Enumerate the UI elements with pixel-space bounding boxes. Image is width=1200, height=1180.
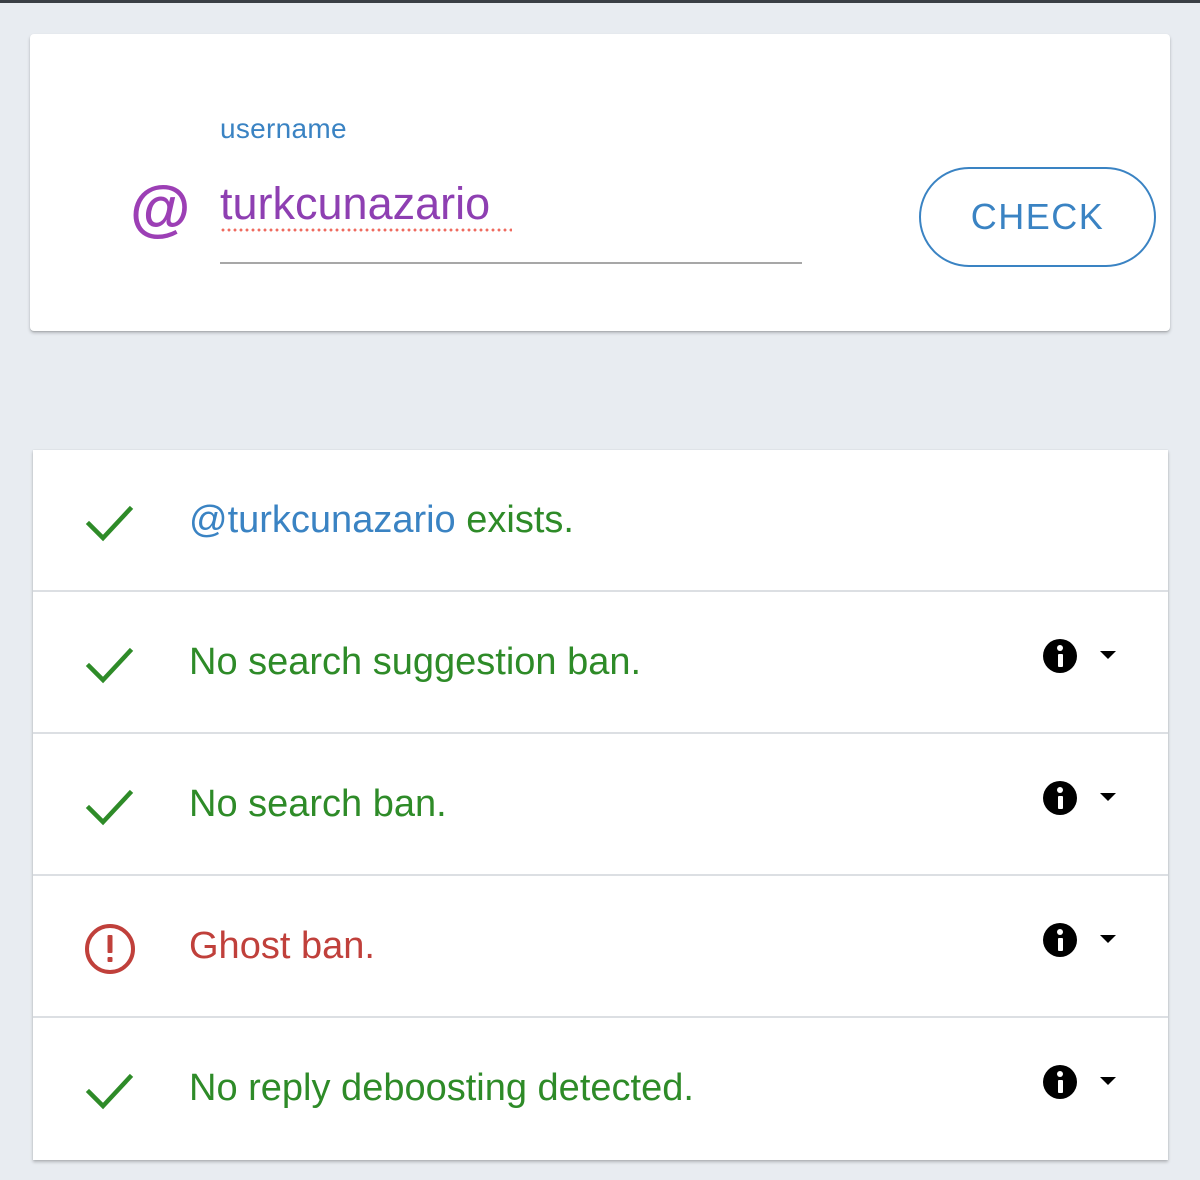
check-icon	[83, 780, 137, 834]
info-icon[interactable]	[1043, 1065, 1077, 1099]
result-row-exists: @turkcunazario exists.	[33, 450, 1168, 592]
caret-down-icon[interactable]	[1100, 793, 1116, 801]
info-icon[interactable]	[1043, 639, 1077, 673]
check-icon	[83, 496, 137, 550]
check-button[interactable]: CHECK	[919, 167, 1156, 267]
username-input-underline	[220, 262, 802, 264]
check-icon	[83, 1064, 137, 1118]
username-label: username	[220, 113, 347, 144]
result-row-search-ban[interactable]: No search ban.	[33, 734, 1168, 876]
username-handle: @turkcunazario	[189, 499, 456, 541]
spellcheck-underline	[220, 228, 512, 232]
result-text-ghost-ban: Ghost ban.	[189, 925, 375, 967]
caret-down-icon[interactable]	[1100, 651, 1116, 659]
info-icon[interactable]	[1043, 923, 1077, 957]
alert-circle-icon	[83, 922, 137, 976]
result-text-exists: @turkcunazario exists.	[189, 498, 574, 542]
username-input[interactable]	[220, 174, 802, 234]
username-check-card: @ username CHECK	[30, 34, 1170, 331]
result-row-ghost-ban[interactable]: Ghost ban.	[33, 876, 1168, 1018]
result-row-search-suggestion-ban[interactable]: No search suggestion ban.	[33, 592, 1168, 734]
result-text-search-ban: No search ban.	[189, 783, 447, 825]
result-text-reply-deboosting: No reply deboosting detected.	[189, 1067, 694, 1109]
at-icon: @	[130, 174, 191, 243]
caret-down-icon[interactable]	[1100, 935, 1116, 943]
check-icon	[83, 638, 137, 692]
info-icon[interactable]	[1043, 781, 1077, 815]
results-card: @turkcunazario exists. No search suggest…	[33, 450, 1168, 1160]
result-row-reply-deboosting[interactable]: No reply deboosting detected.	[33, 1018, 1168, 1160]
result-text-search-suggestion-ban: No search suggestion ban.	[189, 641, 642, 683]
top-edge	[0, 0, 1200, 3]
caret-down-icon[interactable]	[1100, 1077, 1116, 1085]
exists-suffix: exists.	[455, 499, 574, 541]
